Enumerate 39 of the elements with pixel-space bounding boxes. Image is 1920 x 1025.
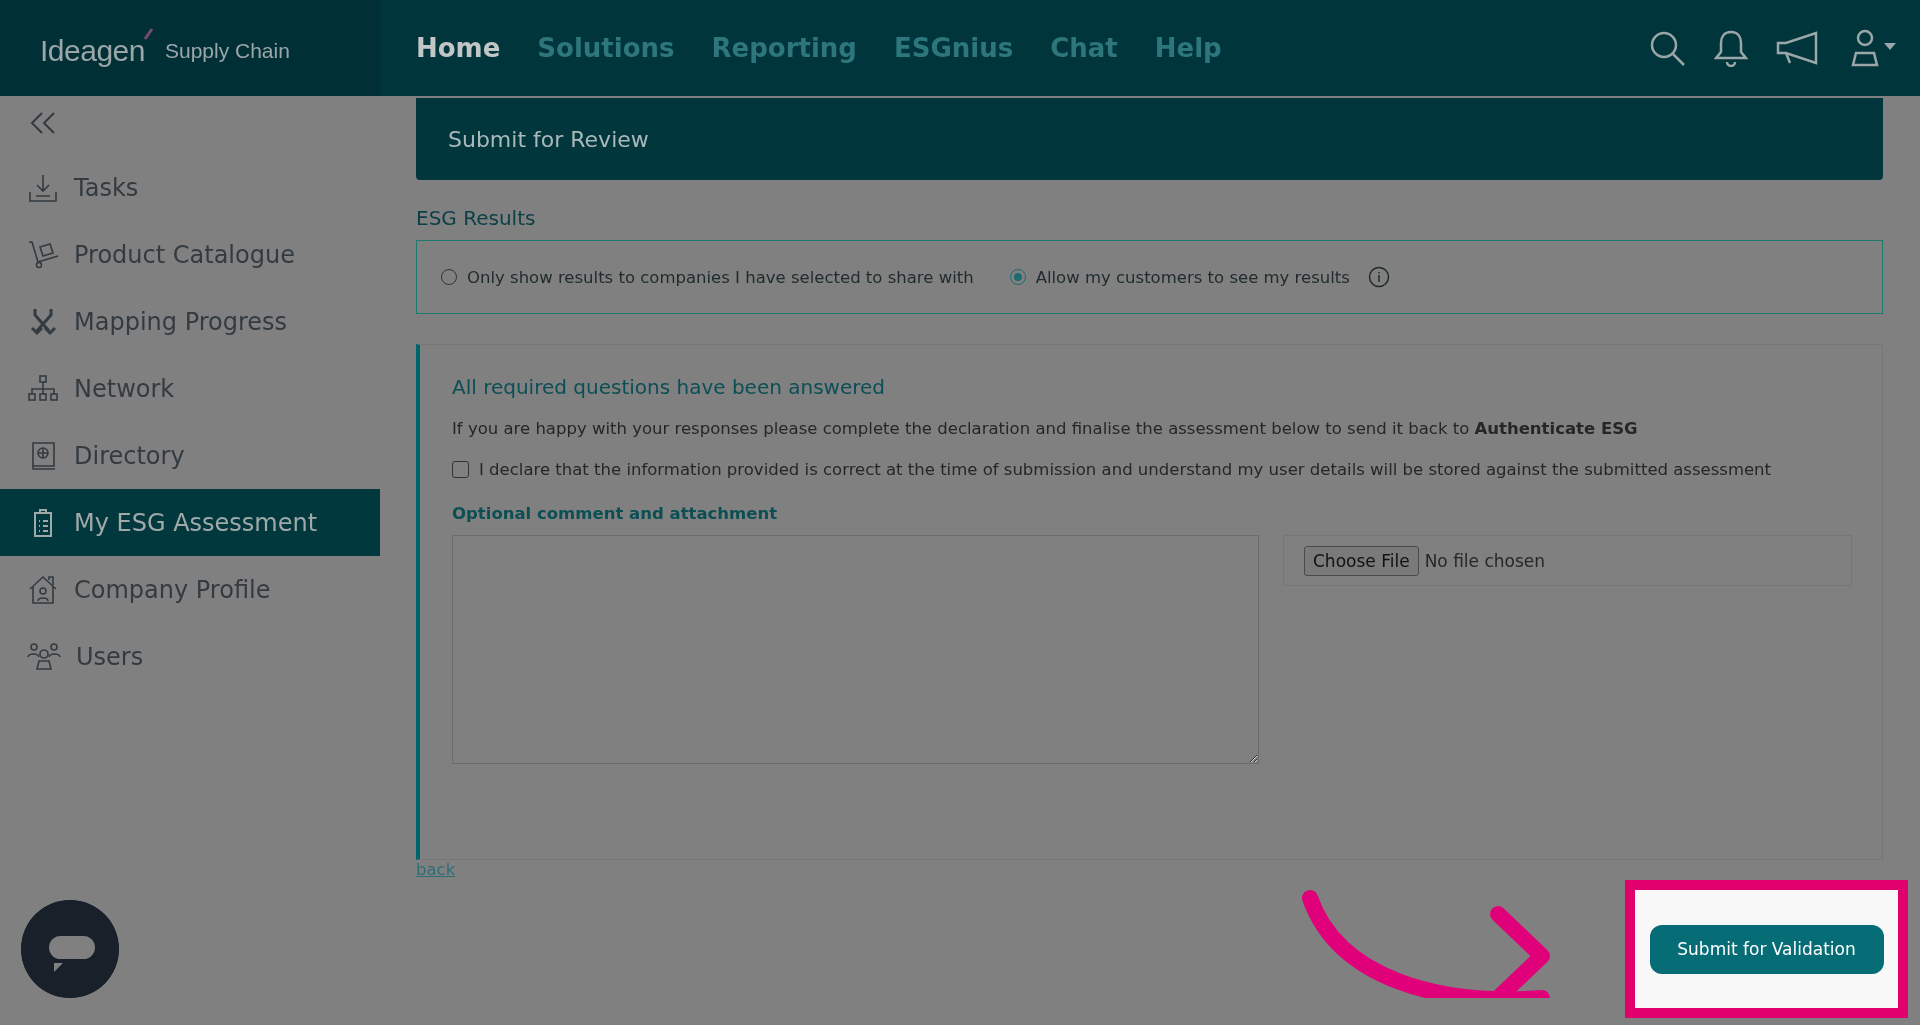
product-name: Supply Chain [164,39,290,63]
sidebar-item[interactable]: Users [0,623,380,690]
checkbox[interactable] [452,461,469,478]
choose-file-button[interactable]: Choose File [1304,545,1419,576]
info-icon[interactable] [1367,266,1390,288]
house-person-icon [27,573,59,606]
submit-button[interactable]: Submit for Validation [1649,924,1884,974]
search-icon[interactable] [1648,29,1686,67]
user-menu-icon[interactable] [1850,28,1898,68]
intro-text: If you are happy with your responses please complete the declaration and finalise the assessment below to send it back to Authenticate ESG [452,419,1639,438]
card-title: All required questions have been answered [452,375,887,399]
radio-label: Only show results to companies I have selected to share with [467,267,974,287]
sidebar-item[interactable]: Network [0,355,380,422]
sidebar-item[interactable]: Product Catalogue [0,221,380,288]
sidebar-item[interactable]: Tasks [0,154,380,221]
back-link[interactable]: back [416,860,456,879]
hand-truck-icon [27,238,59,271]
sidebar-item[interactable]: Company Profile [0,556,380,623]
comment-field[interactable] [452,535,1259,764]
nav-tab[interactable]: Chat [1050,33,1118,63]
users-icon [27,640,61,673]
sidebar-item[interactable]: My ESG Assessment [0,489,380,556]
section-title: ESG Results [416,206,537,230]
bell-icon[interactable] [1714,29,1748,67]
file-status: No file chosen [1424,550,1546,571]
logo[interactable]: Ideagen [40,27,155,69]
checkbox-label: I declare that the information provided is correct at the time of submission and understand my user details will be stored against the submitted assessment [479,459,1772,481]
chat-button[interactable] [21,900,119,998]
radio-label: Allow my customers to see my results [1035,267,1350,287]
nav-tab[interactable]: Reporting [711,33,857,63]
nav-tab[interactable]: Help [1154,33,1222,63]
nav-tab[interactable]: ESGnius [894,33,1014,63]
nav-tab[interactable]: Solutions [537,33,675,63]
nav-tab[interactable]: Home [416,33,501,63]
field-label: Optional comment and attachment [452,504,779,523]
sidebar-item[interactable]: Directory [0,422,380,489]
collapse-icon[interactable] [30,110,56,136]
sidebar-item[interactable]: Mapping Progress [0,288,380,355]
section-banner: Submit for Review [416,98,1883,180]
